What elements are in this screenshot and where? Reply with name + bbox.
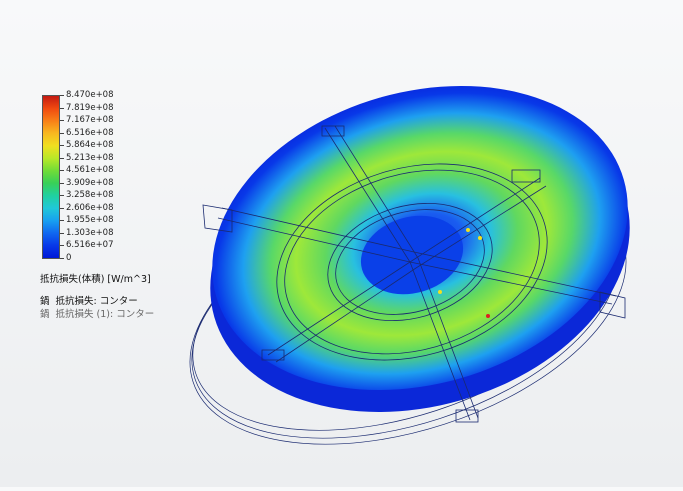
plot-label: 抵抗損失 (1): コンター <box>55 309 155 320</box>
legend-tick-mark <box>60 95 64 96</box>
legend-tick-mark <box>60 157 64 159</box>
legend-tick-label: 5.864e+08 <box>66 140 114 151</box>
legend-tick-mark <box>60 207 64 209</box>
legend-title: 抵抗損失(体積) [W/m^3] <box>40 274 151 285</box>
legend-tick-mark <box>60 245 64 247</box>
legend-tick-label: 2.606e+08 <box>66 202 114 213</box>
legend-tick-label: 3.909e+08 <box>66 177 114 188</box>
legend-tick-label: 1.955e+08 <box>66 215 114 226</box>
legend-tick-mark <box>60 120 64 122</box>
legend-tick-mark <box>60 195 64 197</box>
legend-tick-mark <box>60 182 64 184</box>
legend-tick-label: 6.516e+07 <box>66 240 114 251</box>
legend-color-bar <box>42 95 60 259</box>
legend-tick-mark <box>60 220 64 222</box>
plot-item-inactive[interactable]: 鍋抵抗損失 (1): コンター <box>40 306 154 320</box>
legend-tick-label: 7.167e+08 <box>66 115 114 126</box>
legend-tick-mark <box>60 170 64 172</box>
plot-icon: 鍋 <box>40 296 50 307</box>
legend-tick-label: 1.303e+08 <box>66 227 114 238</box>
legend-tick-label: 4.561e+08 <box>66 165 114 176</box>
legend-tick-mark <box>60 232 64 234</box>
legend-tick-label: 7.819e+08 <box>66 102 114 113</box>
legend-tick-mark <box>60 107 64 109</box>
legend-tick-mark <box>60 132 64 134</box>
legend-tick-mark <box>60 258 64 259</box>
legend-tick-label: 6.516e+08 <box>66 127 114 138</box>
legend-tick-label: 8.470e+08 <box>66 90 114 100</box>
legend-tick-mark <box>60 145 64 147</box>
legend-tick-label: 5.213e+08 <box>66 152 114 163</box>
plot-icon: 鍋 <box>40 309 50 320</box>
contour-surface <box>212 85 628 391</box>
plot-item-active[interactable]: 鍋抵抗損失: コンター <box>40 293 138 307</box>
legend-tick-label: 0 <box>66 253 72 263</box>
legend-tick-label: 3.258e+08 <box>66 190 114 201</box>
